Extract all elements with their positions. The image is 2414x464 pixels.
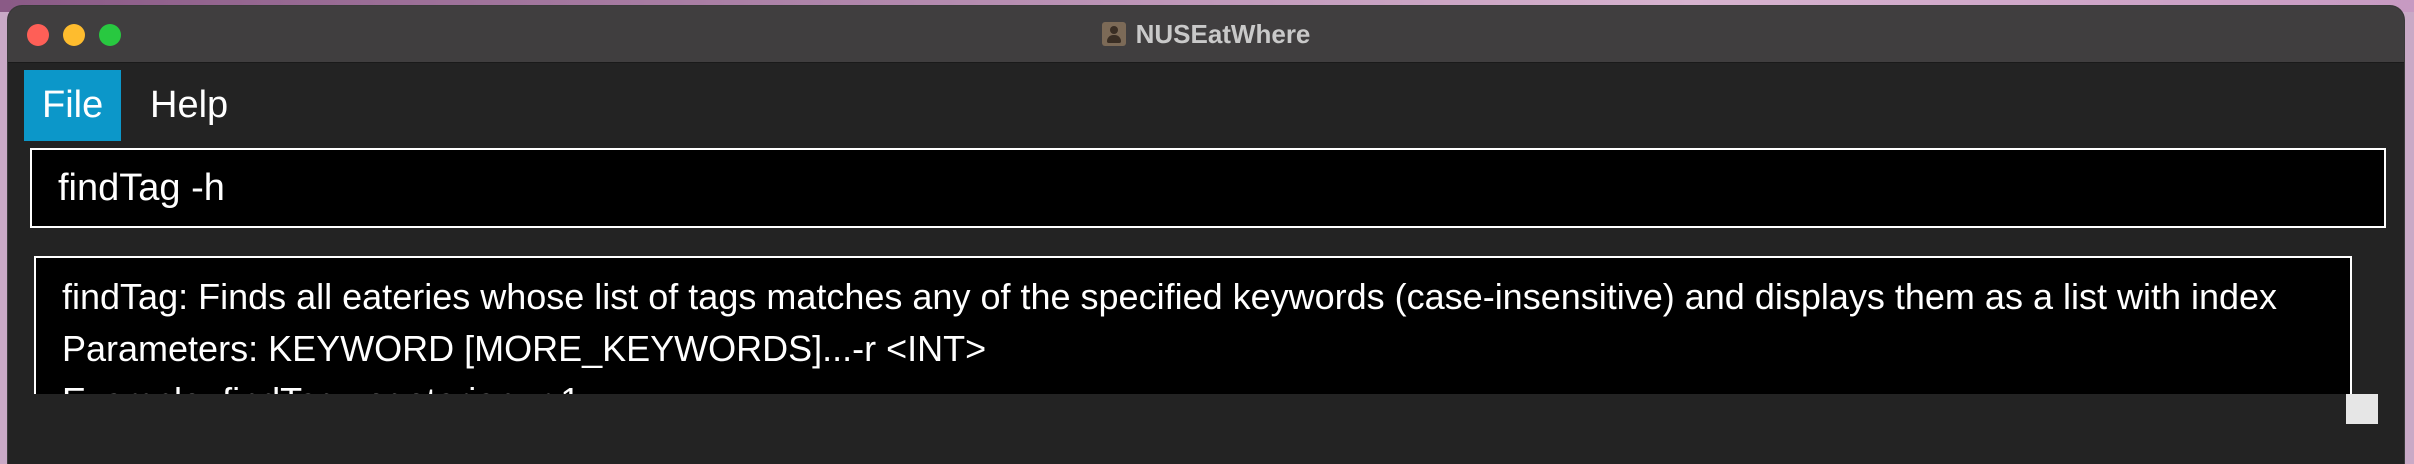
result-line: Parameters: KEYWORD [MORE_KEYWORDS]...-r… xyxy=(62,328,987,369)
app-window: NUSEatWhere File Help findTag: Finds all… xyxy=(8,6,2404,464)
menu-bar: File Help xyxy=(8,63,2404,145)
command-box xyxy=(30,148,2386,228)
menu-file[interactable]: File xyxy=(24,70,122,141)
command-input[interactable] xyxy=(32,150,2384,226)
contacts-app-icon xyxy=(1101,22,1126,46)
result-line: Example: findTag vegetarian -r 1 xyxy=(62,380,580,394)
title-bar: NUSEatWhere xyxy=(8,6,2404,63)
window-title: NUSEatWhere xyxy=(1135,18,1311,49)
result-display[interactable]: findTag: Finds all eateries whose list o… xyxy=(34,256,2352,394)
menu-help[interactable]: Help xyxy=(132,70,246,141)
window-title-group: NUSEatWhere xyxy=(8,6,2404,62)
result-line: findTag: Finds all eateries whose list o… xyxy=(62,276,2278,317)
scrollbar-corner[interactable] xyxy=(2346,394,2378,424)
